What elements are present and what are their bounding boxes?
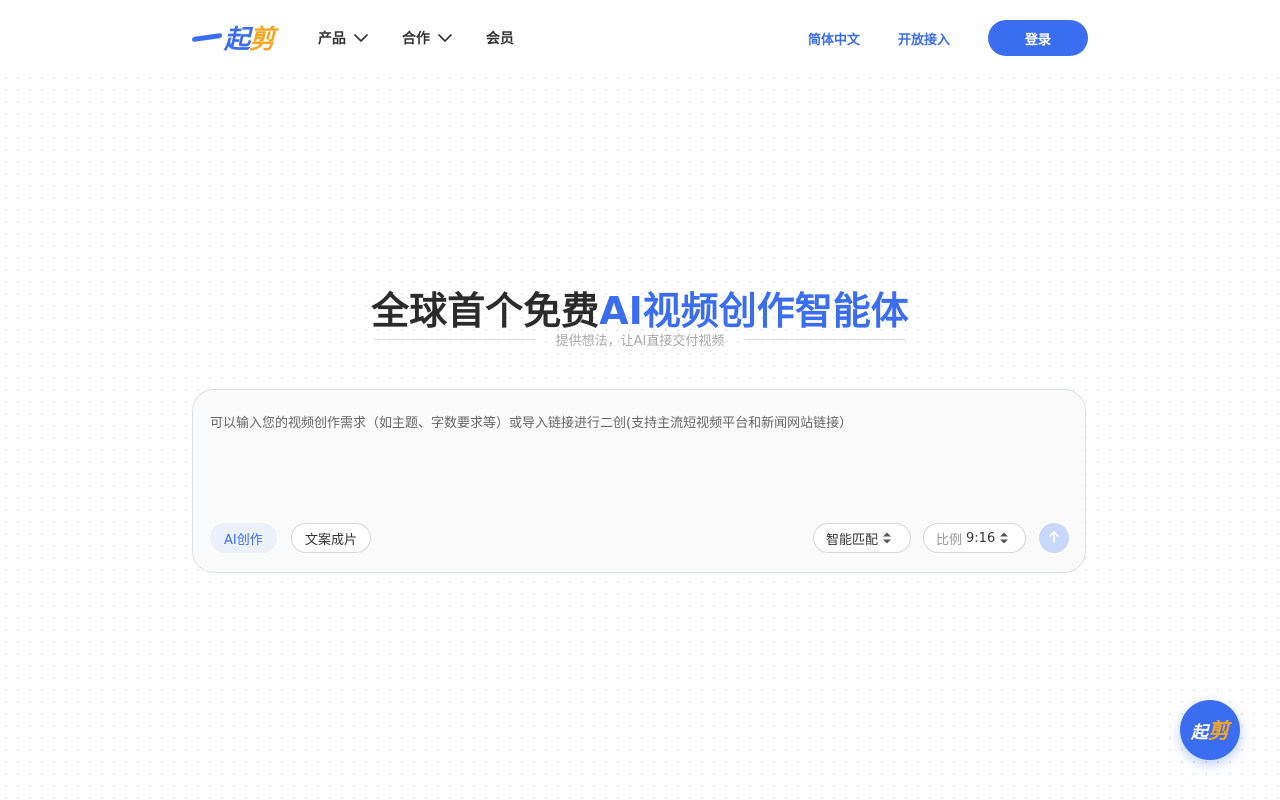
hero-subtitle-row: 提供想法，让AI直接交付视频 [374, 330, 907, 349]
chevron-down-icon [354, 30, 368, 46]
sort-updown-icon [882, 531, 892, 545]
sort-updown-icon [999, 531, 1009, 545]
header-actions: 简体中文 开放接入 登录 [808, 20, 1088, 56]
prompt-input[interactable] [210, 412, 1070, 502]
login-button[interactable]: 登录 [988, 20, 1088, 56]
chevron-down-icon [438, 30, 452, 46]
nav-item-label: 会员 [486, 31, 514, 47]
logo-text-jian: 剪 [249, 24, 275, 55]
nav-item-label: 产品 [318, 31, 346, 47]
logo-text-qi: 起 [224, 24, 250, 55]
subtitle-divider-right [744, 339, 907, 340]
hero-subtitle: 提供想法，让AI直接交付视频 [555, 334, 725, 349]
ratio-select[interactable]: 比例 9:16 [923, 523, 1026, 553]
ratio-select-value: 9:16 [966, 530, 996, 546]
match-select[interactable]: 智能匹配 [813, 523, 911, 553]
ratio-select-label: 比例 [936, 532, 963, 548]
prompt-box: AI创作 文案成片 智能匹配 比例 9:16 [192, 389, 1086, 573]
match-select-value: 智能匹配 [826, 532, 879, 548]
hero-title-plain: 全球首个免费 [371, 289, 600, 333]
send-button[interactable] [1039, 523, 1069, 553]
nav-item-membership[interactable]: 会员 [486, 28, 514, 48]
main-nav: 产品 合作 会员 [318, 28, 548, 48]
float-logo-jian: 剪 [1208, 719, 1229, 743]
nav-item-product[interactable]: 产品 [318, 28, 368, 48]
open-access-link[interactable]: 开放接入 [898, 29, 950, 48]
subtitle-divider-left [374, 339, 536, 340]
language-switch-link[interactable]: 简体中文 [808, 29, 860, 48]
arrow-up-icon [1047, 529, 1061, 548]
top-header: 起 剪 产品 合作 会员 简体中文 开放接入 登录 [0, 0, 1280, 76]
hero-title: 全球首个免费AI视频创作智能体 [0, 280, 1280, 335]
float-logo-qi: 起 [1191, 722, 1208, 743]
mode-ai-create-button[interactable]: AI创作 [210, 523, 277, 553]
floating-assistant-button[interactable]: 起剪 [1180, 700, 1240, 760]
brand-logo[interactable]: 起 剪 [192, 20, 275, 55]
nav-item-cooperation[interactable]: 合作 [402, 28, 452, 48]
hero-title-accent: AI视频创作智能体 [599, 289, 909, 333]
logo-dash-mark [192, 32, 222, 42]
nav-item-label: 合作 [402, 31, 430, 47]
mode-script-to-video-button[interactable]: 文案成片 [291, 523, 372, 553]
